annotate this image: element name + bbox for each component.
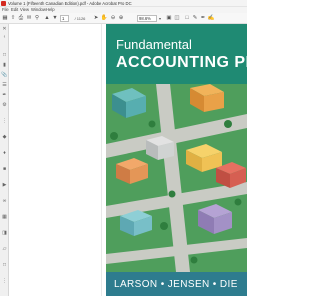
acrobat-app-icon [1, 1, 6, 6]
articles-icon[interactable]: ◨ [1, 230, 8, 236]
cover-city-illustration [106, 84, 247, 272]
highlight-icon[interactable]: ✎ [192, 15, 198, 22]
blank-page[interactable] [10, 24, 102, 296]
window-title: Volume 1 (Fifteenth Canadian Edition).pd… [8, 1, 132, 6]
window-titlebar: Volume 1 (Fifteenth Canadian Edition).pd… [0, 0, 247, 7]
sign-icon[interactable]: ✍ [208, 15, 215, 22]
navigation-pane: ✕ ‹ □ ▮ 📎 ☰ ✒ ⚙ ⋮ ◆ ♦ ■ ▶ ∞ ▦ ◨ ▱ □ ⋮ [0, 24, 9, 296]
draw-icon[interactable]: ✒ [200, 15, 206, 22]
content-icon[interactable]: ■ [1, 166, 8, 172]
layers-icon[interactable]: ☰ [1, 82, 8, 88]
fit-page-icon[interactable]: ▣ [166, 15, 172, 22]
page-number-input[interactable]: 1 [60, 15, 69, 22]
cover-authors: LARSON • JENSEN • DIE [114, 279, 238, 290]
zoom-in-icon[interactable]: ⊕ [118, 15, 124, 22]
close-pane-icon[interactable]: ✕ [1, 26, 8, 32]
properties-icon[interactable]: ⚙ [1, 102, 8, 108]
next-page-icon[interactable]: ▼ [52, 15, 58, 22]
collapse-pane-icon[interactable]: ‹ [1, 34, 8, 40]
attachments-icon[interactable]: 📎 [1, 72, 8, 78]
comments-list-icon[interactable]: □ [1, 262, 8, 268]
mail-icon[interactable]: ✉ [26, 15, 32, 22]
zoom-out-icon[interactable]: ⊖ [110, 15, 116, 22]
previous-page-icon[interactable]: ▲ [44, 15, 50, 22]
search-icon[interactable]: ⚲ [34, 15, 40, 22]
model-tree-icon[interactable]: ▱ [1, 246, 8, 252]
fields-icon[interactable]: ▦ [1, 214, 8, 220]
bookmarks-icon[interactable]: ▮ [1, 62, 8, 68]
tags-icon[interactable]: ◆ [1, 134, 8, 140]
hand-tool-icon[interactable]: ✋ [101, 15, 108, 22]
cover-title: ACCOUNTING PRIN [116, 54, 247, 71]
page-total: / 1126 [74, 16, 86, 21]
destinations-icon[interactable]: ▶ [1, 182, 8, 188]
main-toolbar: ▦ ⇧ ⎙ ✉ ⚲ ▲ ▼ 1 / 1126 ➤ ✋ ⊖ ⊕ 98.6% ▾ ▣… [0, 13, 247, 24]
save-icon[interactable]: ▦ [2, 15, 8, 22]
cover-footer: LARSON • JENSEN • DIE [106, 272, 247, 296]
more-tools-icon[interactable]: ⋮ [1, 278, 8, 284]
cover-subtitle: Fundamental [116, 37, 192, 52]
upload-icon[interactable]: ⇧ [10, 15, 16, 22]
select-tool-icon[interactable]: ➤ [93, 15, 99, 22]
book-cover-page[interactable]: Fundamental ACCOUNTING PRIN [106, 24, 247, 296]
print-icon[interactable]: ⎙ [18, 15, 24, 22]
zoom-dropdown-icon[interactable]: ▾ [158, 15, 162, 22]
cover-header: Fundamental ACCOUNTING PRIN [106, 24, 247, 84]
links-icon[interactable]: ∞ [1, 198, 8, 204]
signatures-icon[interactable]: ✒ [1, 92, 8, 98]
page-thumbnails-icon[interactable]: □ [1, 52, 8, 58]
scroll-mode-icon[interactable]: ◫ [174, 15, 180, 22]
zoom-level-input[interactable]: 98.6% [137, 15, 157, 22]
comment-icon[interactable]: □ [184, 15, 190, 22]
pane-options-icon[interactable]: ⋮ [1, 118, 8, 124]
order-icon[interactable]: ♦ [1, 150, 8, 156]
